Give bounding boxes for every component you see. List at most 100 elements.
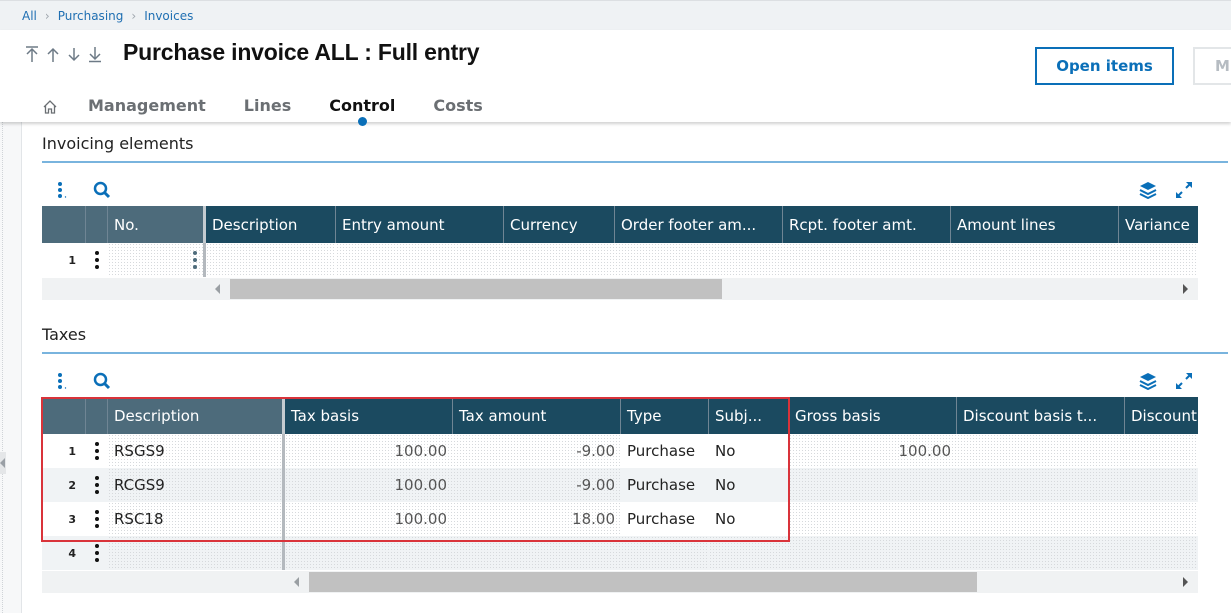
- first-record-icon[interactable]: [24, 45, 40, 65]
- discount-basis-cell[interactable]: [957, 502, 1125, 536]
- column-header-description[interactable]: Description: [206, 206, 336, 243]
- discount-basis-cell[interactable]: [957, 536, 1125, 570]
- column-header-tax-basis[interactable]: Tax basis: [285, 397, 453, 434]
- column-header-tax-amount[interactable]: Tax amount: [453, 397, 621, 434]
- row-menu-button[interactable]: [86, 468, 108, 502]
- tax-amount-cell[interactable]: -9.00: [453, 434, 621, 468]
- subject-cell[interactable]: No: [709, 434, 789, 468]
- search-icon[interactable]: [92, 180, 112, 200]
- description-cell[interactable]: [206, 243, 336, 277]
- row-menu-button[interactable]: [86, 502, 108, 536]
- column-header-rcpt-footer-amt[interactable]: Rcpt. footer amt.: [783, 206, 951, 243]
- type-cell[interactable]: [621, 536, 709, 570]
- rcpt-footer-amt-cell[interactable]: [783, 243, 951, 277]
- column-header-gross-basis[interactable]: Gross basis: [789, 397, 957, 434]
- no-cell[interactable]: [108, 243, 206, 277]
- column-header-currency[interactable]: Currency: [504, 206, 615, 243]
- kebab-icon: [95, 510, 99, 528]
- description-cell[interactable]: RSC18: [108, 502, 285, 536]
- type-cell[interactable]: Purchase: [621, 468, 709, 502]
- breadcrumb-all[interactable]: All: [22, 9, 37, 23]
- discount-basis-cell[interactable]: [957, 468, 1125, 502]
- taxes-toolbar: [52, 371, 112, 391]
- subject-cell[interactable]: No: [709, 502, 789, 536]
- tab-costs[interactable]: Costs: [433, 93, 482, 121]
- gross-basis-cell[interactable]: 100.00: [789, 434, 957, 468]
- tax-basis-cell[interactable]: 100.00: [285, 468, 453, 502]
- invoicing-elements-title: Invoicing elements: [42, 134, 194, 153]
- variance-cell[interactable]: [1119, 243, 1198, 277]
- scrollbar-thumb[interactable]: [309, 572, 977, 592]
- description-cell[interactable]: [108, 536, 285, 570]
- layers-icon[interactable]: [1138, 180, 1158, 200]
- gross-basis-cell[interactable]: [789, 468, 957, 502]
- gross-basis-cell[interactable]: [789, 536, 957, 570]
- column-header-no[interactable]: No.: [108, 206, 206, 243]
- open-items-button[interactable]: Open items: [1035, 47, 1174, 85]
- currency-cell[interactable]: [504, 243, 615, 277]
- discount-cell[interactable]: [1125, 468, 1198, 502]
- invoicing-elements-hscrollbar[interactable]: [42, 278, 1198, 300]
- type-cell[interactable]: Purchase: [621, 502, 709, 536]
- discount-cell[interactable]: [1125, 502, 1198, 536]
- column-header-type[interactable]: Type: [621, 397, 709, 434]
- column-header-order-footer-amt[interactable]: Order footer am...: [615, 206, 783, 243]
- scroll-left-arrow[interactable]: [294, 577, 299, 587]
- tab-lines[interactable]: Lines: [244, 93, 291, 121]
- collapse-panel-handle[interactable]: [0, 452, 6, 474]
- type-cell[interactable]: Purchase: [621, 434, 709, 468]
- discount-cell[interactable]: [1125, 434, 1198, 468]
- tab-control[interactable]: Control: [329, 93, 395, 126]
- scroll-right-arrow[interactable]: [1183, 284, 1188, 294]
- grid-actions-menu-icon[interactable]: [52, 371, 72, 391]
- page-title: Purchase invoice ALL : Full entry: [123, 39, 480, 65]
- grid-actions-menu-icon[interactable]: [52, 180, 72, 200]
- column-header-variance[interactable]: Variance: [1119, 206, 1198, 243]
- last-record-icon[interactable]: [87, 45, 103, 65]
- scrollbar-thumb[interactable]: [230, 279, 722, 299]
- subject-cell[interactable]: No: [709, 468, 789, 502]
- discount-basis-cell[interactable]: [957, 434, 1125, 468]
- column-header-entry-amount[interactable]: Entry amount: [336, 206, 504, 243]
- subject-cell[interactable]: [709, 536, 789, 570]
- column-header-amount-lines[interactable]: Amount lines: [951, 206, 1119, 243]
- record-navigation: [24, 45, 103, 65]
- amount-lines-cell[interactable]: [951, 243, 1119, 277]
- column-header-subject[interactable]: Subj...: [709, 397, 789, 434]
- tax-basis-cell[interactable]: 100.00: [285, 502, 453, 536]
- column-header-discount[interactable]: Discount: [1125, 397, 1198, 434]
- layers-icon[interactable]: [1138, 371, 1158, 391]
- tax-amount-cell[interactable]: [453, 536, 621, 570]
- description-cell[interactable]: RSGS9: [108, 434, 285, 468]
- expand-icon[interactable]: [1174, 180, 1194, 200]
- gross-basis-cell[interactable]: [789, 502, 957, 536]
- row-menu-button[interactable]: [86, 243, 108, 277]
- order-footer-amt-cell[interactable]: [615, 243, 783, 277]
- next-record-icon[interactable]: [66, 45, 82, 65]
- grid-header: Description Tax basis Tax amount Type Su…: [42, 397, 1198, 434]
- entry-amount-cell[interactable]: [336, 243, 504, 277]
- more-actions-button[interactable]: M: [1193, 47, 1231, 85]
- previous-record-icon[interactable]: [45, 45, 61, 65]
- tax-amount-cell[interactable]: 18.00: [453, 502, 621, 536]
- breadcrumb-purchasing[interactable]: Purchasing: [58, 9, 124, 23]
- row-menu-button[interactable]: [86, 536, 108, 570]
- column-header-discount-basis[interactable]: Discount basis t...: [957, 397, 1125, 434]
- invoicing-elements-toolbar: [52, 180, 112, 200]
- breadcrumb-invoices[interactable]: Invoices: [144, 9, 193, 23]
- row-menu-button[interactable]: [86, 434, 108, 468]
- description-cell[interactable]: RCGS9: [108, 468, 285, 502]
- taxes-hscrollbar[interactable]: [42, 571, 1198, 593]
- search-icon[interactable]: [92, 371, 112, 391]
- scroll-right-arrow[interactable]: [1183, 577, 1188, 587]
- discount-cell[interactable]: [1125, 536, 1198, 570]
- tax-basis-cell[interactable]: 100.00: [285, 434, 453, 468]
- tax-amount-cell[interactable]: -9.00: [453, 468, 621, 502]
- field-menu-icon[interactable]: [193, 251, 197, 269]
- column-header-description[interactable]: Description: [108, 397, 285, 434]
- expand-icon[interactable]: [1174, 371, 1194, 391]
- scroll-left-arrow[interactable]: [215, 284, 220, 294]
- tab-management[interactable]: Management: [88, 93, 206, 121]
- tax-basis-cell[interactable]: [285, 536, 453, 570]
- home-icon[interactable]: [40, 97, 60, 117]
